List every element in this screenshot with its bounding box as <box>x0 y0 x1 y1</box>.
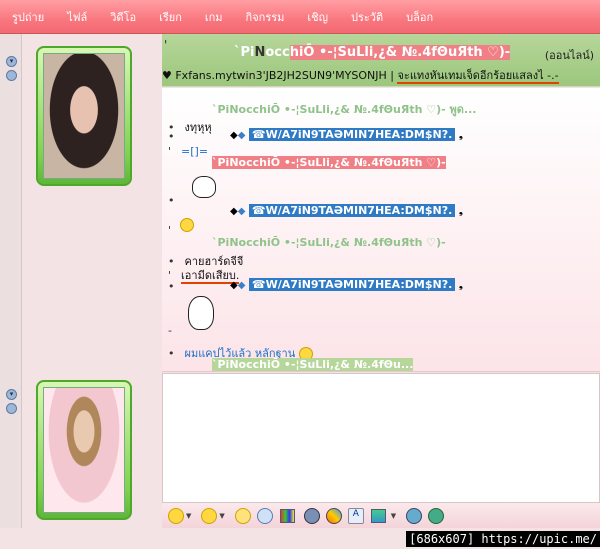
laugh-emoticon-icon <box>180 218 194 232</box>
menu-games[interactable]: เกม <box>205 8 223 26</box>
message-row: ' <box>168 224 172 237</box>
contact-name-line: ◆◆ ☎W/A7iN9TAƏMIN7HEA:DM$N?. ❟ <box>230 128 464 141</box>
top-menu-bar: รูปถ่าย ไฟล์ วิดีโอ เรียก เกม กิจกรรม เช… <box>0 0 600 34</box>
wink-icon[interactable] <box>201 507 218 524</box>
contact-avatar <box>43 53 125 179</box>
block-icon[interactable] <box>406 507 423 524</box>
games-icon[interactable] <box>325 507 342 524</box>
my-avatar <box>43 387 125 513</box>
contact-name-line: ◆◆ ☎W/A7iN9TAƏMIN7HEA:DM$N?. ❟ <box>230 278 464 291</box>
message-row: • <box>168 130 175 143</box>
menu-files[interactable]: ไฟล์ <box>67 8 87 26</box>
font-icon[interactable]: A <box>347 507 364 524</box>
left-strip: ▾ ▾ <box>0 34 22 528</box>
contact-name-line: ◆◆ ☎W/A7iN9TAƏMIN7HEA:DM$N?. ❟ <box>230 204 464 217</box>
menu-invite[interactable]: เชิญ <box>307 8 328 26</box>
conversation-history[interactable]: `PiNocchiŌ •-¦SuLli,¿& №.4fΘuЯth ♡)- พูด… <box>162 88 600 372</box>
watermark-text: [686x607] https://upic.me/ <box>406 531 600 547</box>
expand-icon[interactable]: ▾ <box>6 389 17 400</box>
background-icon[interactable] <box>279 508 295 523</box>
chevron-down-icon[interactable]: ▼ <box>219 512 224 520</box>
menu-call[interactable]: เรียก <box>159 8 182 26</box>
chevron-down-icon[interactable]: ▼ <box>186 512 191 520</box>
menu-activities[interactable]: กิจกรรม <box>246 8 285 26</box>
message-row: - <box>168 324 172 337</box>
laugh-emoticon-row <box>180 218 194 232</box>
menu-photos[interactable]: รูปถ่าย <box>12 8 44 26</box>
sender-line: `PiNocchiŌ •-¦SuLli,¿& №.4fΘu... <box>212 358 414 371</box>
diamond-icon: ◆◆ <box>230 280 246 291</box>
diamond-icon: ◆◆ <box>230 206 246 217</box>
contact-header: ' `PiNocchiŌ •-¦SuLli,¿& №.4fΘuЯth ♡)- (… <box>162 34 600 87</box>
voice-clip-icon[interactable] <box>256 507 273 524</box>
emoticon-icon[interactable] <box>168 507 184 524</box>
input-toolbar: ▼ ▼ A ▼ <box>162 503 600 528</box>
menu-video[interactable]: วิดีโอ <box>110 8 136 26</box>
expand-icon[interactable]: ▾ <box>6 56 17 67</box>
message-input[interactable] <box>162 373 600 503</box>
menu-blog[interactable]: บล็อก <box>406 8 433 26</box>
watermark-bar: [686x607] https://upic.me/ <box>0 528 600 549</box>
contact-nickname: `PiNocchiŌ •-¦SuLli,¿& №.4fΘuЯth ♡)- <box>162 42 600 62</box>
bunny-emoticon-icon <box>188 296 214 330</box>
sender-line: `PiNocchiŌ •-¦SuLli,¿& №.4fΘuЯth ♡)- <box>212 236 446 249</box>
contact-card-icon[interactable] <box>6 70 17 81</box>
nickname-text: `PiNocchiŌ •-¦SuLli,¿& №.4fΘuЯth ♡)- <box>234 44 511 60</box>
message-row: ' =[]= <box>168 145 209 158</box>
snapshot-icon[interactable] <box>428 507 445 524</box>
sender-line: `PiNocchiŌ •-¦SuLli,¿& №.4fΘuЯth ♡)- <box>212 156 446 169</box>
contact-avatar-frame[interactable] <box>36 46 132 186</box>
winks-icon[interactable] <box>303 507 320 524</box>
color-icon[interactable] <box>370 508 386 523</box>
quote-icon: ❟ <box>458 204 464 217</box>
quote-icon: ❟ <box>458 128 464 141</box>
menu-history[interactable]: ประวัติ <box>351 8 383 26</box>
doodle-emoticon-icon <box>192 176 216 198</box>
diamond-icon: ◆◆ <box>230 130 246 141</box>
nudge-icon[interactable] <box>234 507 251 524</box>
contact-card-icon[interactable] <box>6 403 17 414</box>
message-row: • <box>168 280 175 293</box>
status-label: (ออนไลน์) <box>544 49 594 62</box>
my-avatar-frame[interactable] <box>36 380 132 520</box>
chevron-down-icon[interactable]: ▼ <box>391 512 396 520</box>
message-row: • <box>168 194 175 207</box>
sender-line: `PiNocchiŌ •-¦SuLli,¿& №.4fΘuЯth ♡)- พูด… <box>212 103 477 116</box>
quote-icon: ❟ <box>458 278 464 291</box>
personal-message: ♥ Fxfans.mytwin3'JB2JH2SUN9'MYSONJH | จะ… <box>162 69 559 84</box>
